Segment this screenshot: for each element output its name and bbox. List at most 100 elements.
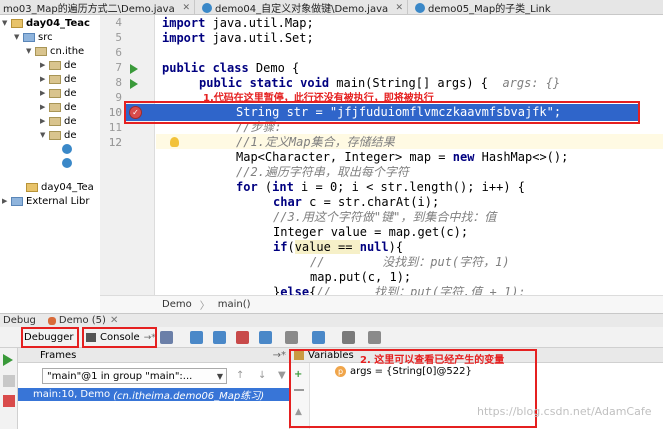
step-into-icon[interactable] [213,331,226,344]
chevron-down-icon[interactable]: ▼ [40,131,49,139]
debug-title: Debug [3,315,36,326]
variables-label: Variables [308,349,354,361]
tree-item-label: day04_Tea [41,181,94,193]
inline-debug-hint: args: {} [502,76,561,90]
comment: //2.遍历字符串，取出每个字符 [236,165,409,179]
up-arrow-icon[interactable]: ↑ [236,370,244,381]
arrow-icon: →* [143,332,156,343]
up-arrow-icon[interactable]: ▲ [295,407,302,417]
tab-label: demo05_Map的子类_Link [428,4,551,15]
thread-selector[interactable]: "main"@1 in group "main":... ▼ [42,368,227,384]
tree-item-external-libraries[interactable]: ▶ External Libr [2,194,89,208]
chevron-right-icon[interactable]: ▶ [2,197,11,205]
tab-map-traversal-2[interactable]: mo03_Map的遍历方式二\Demo.java ✕ [0,0,195,15]
project-tree: ▼ day04_Teac ▼ src ▼ cn.ithe ▶ de ▶ de ▶… [0,15,100,310]
close-icon[interactable]: ✕ [110,315,118,326]
tree-item-class[interactable] [62,156,75,170]
pin-icon[interactable]: →* [273,350,286,361]
code-line-10: String str = "jfjfuduiomflvmczkaavmfsbva… [236,105,561,120]
debug-session-tab[interactable]: Demo (5) ✕ [47,315,118,326]
chevron-right-icon[interactable]: ▶ [40,103,49,111]
lightbulb-icon[interactable] [170,137,179,147]
close-icon[interactable]: ✕ [395,3,403,13]
show-execution-point-icon[interactable] [160,331,173,344]
frames-header: Frames →* [18,348,290,363]
editor-tab-bar: mo03_Map的遍历方式二\Demo.java ✕ demo04_自定义对象做… [0,0,663,15]
java-class-icon [62,144,72,154]
chevron-right-icon[interactable]: ▶ [40,117,49,125]
step-over-icon[interactable] [190,331,203,344]
tree-item-demo[interactable]: ▼ de [40,128,77,142]
tree-item-demo[interactable]: ▶ de [40,86,77,100]
tree-item-src[interactable]: ▼ src [14,30,53,44]
breadcrumb-class[interactable]: Demo [162,299,192,310]
chevron-right-icon[interactable]: ▶ [40,61,49,69]
debug-toolbar: Debugger Console →* [0,327,663,348]
code-line-12: //1.定义Map集合，存储结果 [236,135,395,150]
keyword: for [236,180,258,194]
keyword: else [280,285,310,295]
variable-equals: = [374,366,384,377]
stop-icon[interactable] [3,395,15,407]
step-out-icon[interactable] [259,331,272,344]
frames-panel: Frames →* "main"@1 in group "main":... ▼… [18,348,290,429]
package-icon [49,74,61,84]
tree-item-label: src [38,31,53,43]
chevron-down-icon[interactable]: ▼ [26,47,35,55]
tree-item-label: day04_Teac [26,17,90,29]
parameter-icon: p [335,366,346,377]
breakpoint-icon[interactable]: ✓ [129,106,142,119]
evaluate-expression-icon[interactable] [342,331,355,344]
tab-debugger[interactable]: Debugger [24,329,74,346]
tree-item-demo[interactable]: ▶ de [40,58,77,72]
source-folder-icon [23,32,35,42]
variable-row[interactable]: p args = {String[0]@522} [335,366,472,377]
pause-icon[interactable] [3,375,15,387]
session-label: Demo (5) [58,315,106,326]
chevron-down-icon[interactable]: ▼ [14,33,23,41]
tab-map-subclass[interactable]: demo05_Map的子类_Link [409,0,663,15]
force-step-into-icon[interactable] [236,331,249,344]
resume-icon[interactable] [3,354,13,366]
chevron-right-icon[interactable]: ▶ [40,89,49,97]
filter-icon[interactable]: ▼ [278,370,286,381]
code-line-4: import java.util.Map; [162,16,314,31]
code-line-18: Integer value = map.get(c); [273,225,468,240]
tab-console[interactable]: Console →* [86,329,156,346]
run-to-cursor-icon[interactable] [312,331,325,344]
close-icon[interactable]: ✕ [182,3,190,13]
frame-row[interactable]: main:10, Demo (cn.itheima.demo06_Map练习) [18,388,290,401]
chevron-down-icon[interactable]: ▼ [2,19,11,27]
layout-icon[interactable] [368,331,381,344]
variables-icon [294,351,304,360]
tree-item-root[interactable]: ▼ day04_Teac [2,16,90,30]
annotation-text-2: 2. 这里可以查看已经产生的变量 [360,355,505,366]
add-watch-icon[interactable]: + [294,369,302,380]
chevron-right-icon[interactable]: ▶ [40,75,49,83]
tree-item-demo[interactable]: ▶ de [40,100,77,114]
tree-item-package[interactable]: ▼ cn.ithe [26,44,84,58]
package-icon [49,116,61,126]
frame-method: main:10, Demo [33,389,111,400]
tree-item-demo[interactable]: ▶ de [40,72,77,86]
tree-item-sibling-module[interactable]: day04_Tea [26,180,94,194]
line-number: 6 [115,46,122,59]
tab-custom-object-key[interactable]: demo04_自定义对象做键\Demo.java ✕ [196,0,408,15]
chevron-down-icon: ▼ [216,371,223,381]
package-icon [35,46,47,56]
code-line-19: if(value == null){ [273,240,403,255]
breadcrumb-method[interactable]: main() [218,299,251,310]
comment: //3.用这个字符做"键"，到集合中找：值 [273,210,497,224]
tree-item-class[interactable] [62,142,75,156]
line-number: 8 [115,76,122,89]
code-text: ){ [388,240,404,254]
tree-item-demo[interactable]: ▶ de [40,114,77,128]
down-arrow-icon[interactable]: ↓ [258,370,266,381]
run-icon[interactable] [130,64,138,74]
java-file-icon [202,2,212,13]
tree-item-label: External Libr [26,195,90,207]
remove-watch-icon[interactable] [294,389,304,391]
run-icon[interactable] [130,79,138,89]
tab-label: Console [100,332,140,343]
drop-frame-icon[interactable] [285,331,298,344]
